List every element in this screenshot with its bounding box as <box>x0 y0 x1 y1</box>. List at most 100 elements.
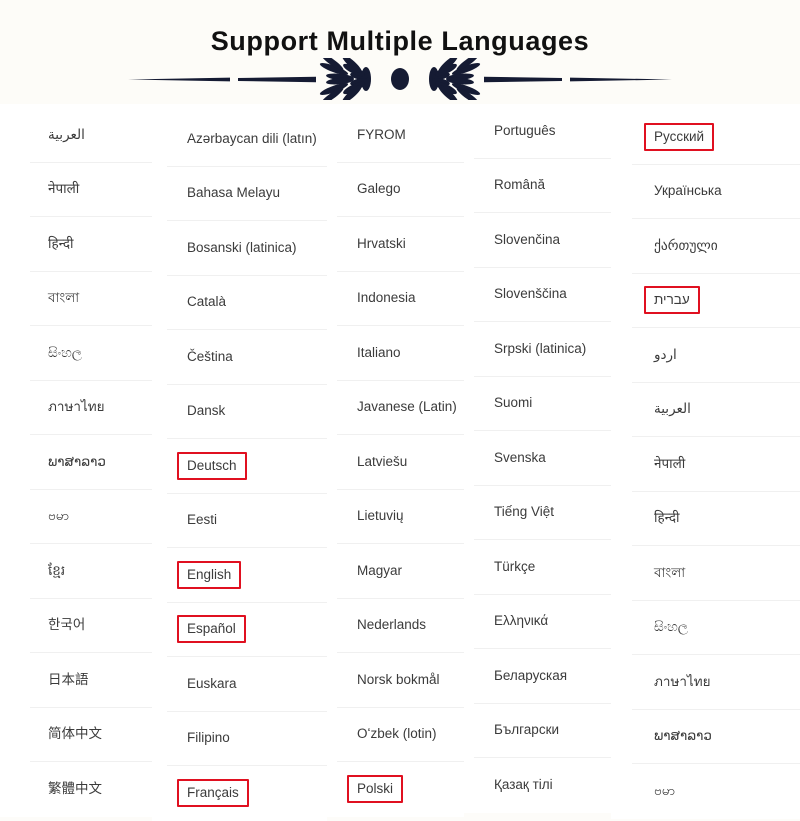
language-option[interactable]: 简体中文 <box>30 708 152 762</box>
language-option-label: Azərbaycan dili (latın) <box>187 130 317 146</box>
language-option[interactable]: Português <box>474 104 611 159</box>
language-option[interactable]: Čeština <box>167 330 327 385</box>
language-option[interactable]: ພາສາລາວ <box>632 710 800 764</box>
language-option[interactable]: Tiếng Việt <box>474 486 611 540</box>
language-option[interactable]: Slovenčina <box>474 213 611 268</box>
language-option[interactable]: Türkçe <box>474 540 611 595</box>
language-option[interactable]: Català <box>167 276 327 330</box>
language-option[interactable]: ქართული <box>632 219 800 274</box>
language-option[interactable]: हिन्दी <box>632 492 800 546</box>
language-option-label: 日本語 <box>48 671 89 687</box>
language-option[interactable]: Galego <box>337 163 464 217</box>
language-option[interactable]: ภาษาไทย <box>30 381 152 435</box>
column-2: Azərbaycan dili (latın) Bahasa Melayu Bosa… <box>152 104 327 821</box>
language-option[interactable]: 한국어 <box>30 599 152 653</box>
language-option[interactable]: Azərbaycan dili (latın) <box>167 112 327 167</box>
language-option[interactable]: සිංහල <box>30 326 152 381</box>
language-option-label: Türkçe <box>494 558 536 574</box>
language-option-label: हिन्दी <box>48 235 74 251</box>
language-option[interactable]: Hrvatski <box>337 217 464 272</box>
language-option[interactable]: Euskara <box>167 657 327 712</box>
language-option-label: हिन्दी <box>654 510 680 526</box>
language-option-label: বাংলা <box>654 564 686 580</box>
language-option[interactable]: ພາສາລາວ <box>30 435 152 490</box>
language-option[interactable]: Bosanski (latinica) <box>167 221 327 276</box>
column-5: Русский Українська ქართული עברית اردو العربية… <box>611 104 800 819</box>
language-option-label: Français <box>177 779 249 808</box>
language-option-label: Srpski (latinica) <box>494 340 587 356</box>
language-option[interactable]: Қазақ тілі <box>474 758 611 813</box>
language-option[interactable]: Dansk <box>167 385 327 439</box>
language-option[interactable]: Română <box>474 159 611 213</box>
language-option-label: ภาษาไทย <box>48 399 105 415</box>
language-option[interactable]: Español <box>167 603 327 657</box>
language-option[interactable]: Srpski (latinica) <box>474 322 611 377</box>
language-option[interactable]: Eesti <box>167 494 327 548</box>
language-option-label: Қазақ тілі <box>494 777 553 793</box>
language-option[interactable]: Deutsch <box>167 439 327 494</box>
language-option[interactable]: Українська <box>632 165 800 219</box>
language-option-label: Русский <box>644 122 715 151</box>
language-option[interactable]: Svenska <box>474 431 611 486</box>
language-option[interactable]: Magyar <box>337 544 464 599</box>
language-option-label: Suomi <box>494 395 533 411</box>
language-option[interactable]: اردو <box>632 328 800 383</box>
language-option[interactable]: Русский <box>632 110 800 165</box>
language-option[interactable]: Nederlands <box>337 599 464 653</box>
language-option[interactable]: Latviešu <box>337 435 464 490</box>
language-option[interactable]: Suomi <box>474 377 611 431</box>
language-option[interactable]: Italiano <box>337 326 464 381</box>
language-option[interactable]: עברית <box>632 274 800 328</box>
language-option[interactable]: ខ្មែរ <box>30 544 152 599</box>
language-option-label: ພາສາລາວ <box>48 453 106 469</box>
language-option-label: Hrvatski <box>357 235 406 251</box>
language-option-label: ქართული <box>654 237 718 253</box>
language-option[interactable]: Norsk bokmål <box>337 653 464 708</box>
language-option-label: English <box>177 560 242 589</box>
language-option-label: Slovenčina <box>494 231 561 247</box>
language-option[interactable]: Polski <box>337 762 464 817</box>
language-option[interactable]: 日本語 <box>30 653 152 708</box>
language-option-label: සිංහල <box>48 344 83 360</box>
language-option-label: Беларуская <box>494 667 568 683</box>
language-option[interactable]: Bahasa Melayu <box>167 167 327 221</box>
language-option-label: ဗမာ <box>48 508 69 524</box>
language-option[interactable]: Oʻzbek (lotin) <box>337 708 464 762</box>
language-option[interactable]: Français <box>167 766 327 821</box>
language-option[interactable]: Български <box>474 704 611 758</box>
column-3: FYROM Galego Hrvatski Indonesia Italiano Java… <box>327 104 464 817</box>
language-option[interactable]: العربية <box>30 108 152 163</box>
language-option-label: Norsk bokmål <box>357 671 440 687</box>
language-option[interactable]: বাংলা <box>30 272 152 326</box>
language-option[interactable]: ภาษาไทย <box>632 655 800 710</box>
page-header: Support Multiple Languages <box>0 0 800 104</box>
language-option[interactable]: ဗမာ <box>632 764 800 819</box>
language-option[interactable]: English <box>167 548 327 603</box>
language-option[interactable]: Filipino <box>167 712 327 766</box>
language-option-label: ພາສາລາວ <box>654 728 712 744</box>
language-option-label: Filipino <box>187 730 230 746</box>
language-option[interactable]: ဗမာ <box>30 490 152 544</box>
language-option[interactable]: සිංහල <box>632 601 800 655</box>
language-option[interactable]: हिन्दी <box>30 217 152 272</box>
language-option[interactable]: नेपाली <box>30 163 152 217</box>
language-option-label: Українська <box>654 183 722 199</box>
language-option[interactable]: Slovenščina <box>474 268 611 322</box>
language-option[interactable]: Ελληνικά <box>474 595 611 649</box>
language-option-label: Latviešu <box>357 453 408 469</box>
language-option-label: Slovenščina <box>494 286 567 302</box>
language-option[interactable]: العربية <box>632 383 800 437</box>
language-option[interactable]: नेपाली <box>632 437 800 492</box>
language-option[interactable]: বাংলা <box>632 546 800 601</box>
language-option-label: العربية <box>48 126 85 142</box>
language-option-label: Español <box>177 615 246 644</box>
language-option[interactable]: Indonesia <box>337 272 464 326</box>
language-option[interactable]: Javanese (Latin) <box>337 381 464 435</box>
language-option[interactable]: 繁體中文 <box>30 762 152 817</box>
language-option-label: Bahasa Melayu <box>187 185 281 201</box>
language-option[interactable]: FYROM <box>337 108 464 163</box>
language-option[interactable]: Беларуская <box>474 649 611 704</box>
language-grid: العربية नेपाली हिन्दी বাংলা සිංහල ภาษาไทย ພາສາ… <box>0 104 800 821</box>
column-4: Português Română Slovenčina Slovenščina Srps… <box>464 104 611 813</box>
language-option[interactable]: Lietuvių <box>337 490 464 544</box>
